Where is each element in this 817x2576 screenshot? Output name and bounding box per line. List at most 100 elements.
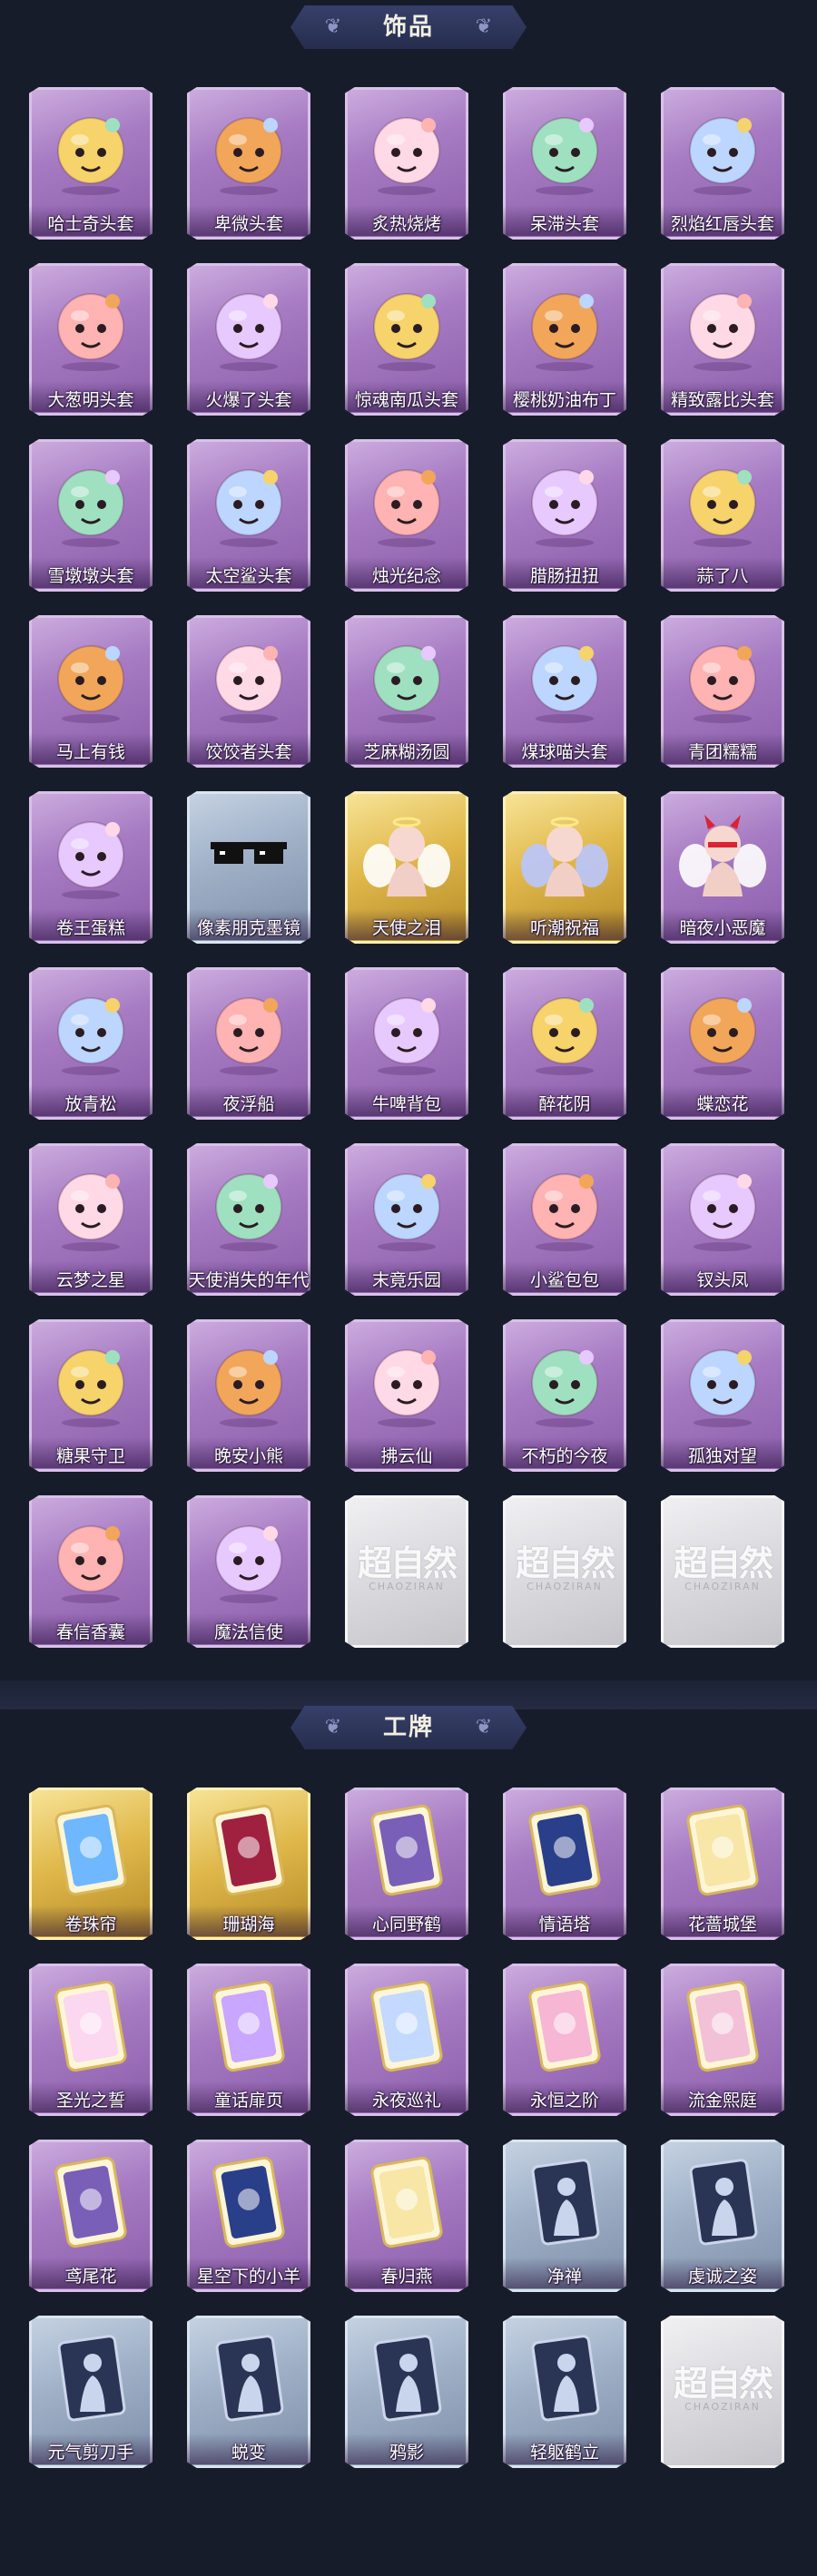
item-label: 像素朋克墨镜 bbox=[196, 918, 300, 938]
item-card[interactable]: 煤球喵头套 bbox=[501, 613, 630, 771]
item-card[interactable]: 雪墩墩头套 bbox=[27, 437, 156, 595]
dazed-face-head-icon bbox=[517, 102, 612, 198]
item-card[interactable]: 像素朋克墨镜 bbox=[185, 789, 314, 947]
item-card[interactable]: 鸢尾花 bbox=[27, 2138, 156, 2296]
item-card[interactable]: 晚安小熊 bbox=[185, 1317, 314, 1475]
item-card[interactable]: 糖果守卫 bbox=[27, 1317, 156, 1475]
jellyfish-ornament-icon bbox=[202, 982, 296, 1078]
item-card[interactable]: 超自然 CHAOZIRAN bbox=[343, 1494, 472, 1651]
item-card[interactable]: 牛啤背包 bbox=[343, 965, 472, 1123]
item-card[interactable]: 卷珠帘 bbox=[27, 1786, 156, 1944]
bonsai-backpack-icon bbox=[44, 982, 138, 1078]
item-label: 醉花阴 bbox=[538, 1094, 591, 1114]
item-card[interactable]: 樱桃奶油布丁 bbox=[501, 261, 630, 419]
item-label: 情语塔 bbox=[538, 1915, 591, 1934]
item-label: 蝶恋花 bbox=[696, 1094, 749, 1114]
pudding-head-icon bbox=[517, 278, 612, 374]
item-card[interactable]: 惊魂南瓜头套 bbox=[343, 261, 472, 419]
item-card[interactable]: 超自然 CHAOZIRAN bbox=[501, 1494, 630, 1651]
item-card[interactable]: 蝶恋花 bbox=[659, 965, 788, 1123]
item-card[interactable]: 心同野鹤 bbox=[343, 1786, 472, 1944]
item-label: 心同野鹤 bbox=[371, 1915, 441, 1934]
item-label: 雪墩墩头套 bbox=[47, 566, 134, 586]
unicorn-cloud-icon bbox=[44, 1158, 138, 1254]
item-card[interactable]: 炙热烧烤 bbox=[343, 85, 472, 243]
item-card[interactable]: 腊肠扭扭 bbox=[501, 437, 630, 595]
item-card[interactable]: 小鲨包包 bbox=[501, 1141, 630, 1299]
item-card[interactable]: 马上有钱 bbox=[27, 613, 156, 771]
item-card[interactable]: 精致露比头套 bbox=[659, 261, 788, 419]
item-label: 卷珠帘 bbox=[64, 1915, 117, 1934]
item-card[interactable]: 春信香囊 bbox=[27, 1494, 156, 1651]
item-card[interactable]: 拂云仙 bbox=[343, 1317, 472, 1475]
item-card[interactable]: 超自然 CHAOZIRAN bbox=[659, 1494, 788, 1651]
item-card[interactable]: 火爆了头套 bbox=[185, 261, 314, 419]
logo-placeholder-icon: 超自然 bbox=[673, 2363, 773, 2404]
item-card[interactable]: 饺饺者头套 bbox=[185, 613, 314, 771]
pink-cat-pendant-icon bbox=[517, 1334, 612, 1430]
item-label: 元气剪刀手 bbox=[47, 2443, 134, 2463]
item-card[interactable]: 花蔷城堡 bbox=[659, 1786, 788, 1944]
item-card[interactable]: 青团糯糯 bbox=[659, 613, 788, 771]
item-card[interactable]: 天使消失的年代 bbox=[185, 1141, 314, 1299]
item-label: 惊魂南瓜头套 bbox=[354, 390, 458, 410]
item-card[interactable]: 烈焰红唇头套 bbox=[659, 85, 788, 243]
badge-coral-icon bbox=[202, 1802, 296, 1898]
item-label: 流金熙庭 bbox=[687, 2091, 757, 2111]
devil-horns-icon bbox=[675, 806, 770, 902]
item-card[interactable]: 卑微头套 bbox=[185, 85, 314, 243]
item-label: 烈焰红唇头套 bbox=[670, 214, 774, 234]
item-card[interactable]: 净禅 bbox=[501, 2138, 630, 2296]
item-card[interactable]: 夜浮船 bbox=[185, 965, 314, 1123]
item-card[interactable]: 孤独对望 bbox=[659, 1317, 788, 1475]
item-card[interactable]: 听潮祝福 bbox=[501, 789, 630, 947]
item-card[interactable]: 芝麻糊汤圆 bbox=[343, 613, 472, 771]
item-card[interactable]: 圣光之誓 bbox=[27, 1962, 156, 2120]
item-card[interactable]: 蒜了八 bbox=[659, 437, 788, 595]
item-card[interactable]: 醉花阴 bbox=[501, 965, 630, 1123]
item-label: 大葱明头套 bbox=[47, 390, 134, 410]
beer-backpack-icon bbox=[359, 982, 454, 1078]
item-card[interactable]: 卷王蛋糕 bbox=[27, 789, 156, 947]
item-card[interactable]: 太空鲨头套 bbox=[185, 437, 314, 595]
item-card[interactable]: 烛光纪念 bbox=[343, 437, 472, 595]
item-card[interactable]: 流金熙庭 bbox=[659, 1962, 788, 2120]
garlic-head-icon bbox=[675, 454, 770, 550]
item-card[interactable]: 大葱明头套 bbox=[27, 261, 156, 419]
item-card[interactable]: 永恒之阶 bbox=[501, 1962, 630, 2120]
item-label: 青团糯糯 bbox=[687, 742, 757, 762]
item-card[interactable]: 虔诚之姿 bbox=[659, 2138, 788, 2296]
item-card[interactable]: 鸦影 bbox=[343, 2314, 472, 2472]
item-card[interactable]: 轻躯鹤立 bbox=[501, 2314, 630, 2472]
item-card[interactable]: 童话扉页 bbox=[185, 1962, 314, 2120]
item-card[interactable]: 钗头凤 bbox=[659, 1141, 788, 1299]
fairy-pendant-icon bbox=[359, 1334, 454, 1430]
item-card[interactable]: 春归燕 bbox=[343, 2138, 472, 2296]
item-card[interactable]: 末竟乐园 bbox=[343, 1141, 472, 1299]
item-card[interactable]: 放青松 bbox=[27, 965, 156, 1123]
item-label: 春信香囊 bbox=[55, 1622, 125, 1642]
item-card[interactable]: 哈士奇头套 bbox=[27, 85, 156, 243]
clown-doll-icon bbox=[359, 1158, 454, 1254]
item-card[interactable]: 情语塔 bbox=[501, 1786, 630, 1944]
item-card[interactable]: 不朽的今夜 bbox=[501, 1317, 630, 1475]
red-lips-head-icon bbox=[675, 102, 770, 198]
badge-fairytale-icon bbox=[202, 1978, 296, 2074]
badge-swallow-icon bbox=[359, 2154, 454, 2250]
item-card[interactable]: 呆滞头套 bbox=[501, 85, 630, 243]
item-card[interactable]: 星空下的小羊 bbox=[185, 2138, 314, 2296]
item-card[interactable]: 天使之泪 bbox=[343, 789, 472, 947]
item-card[interactable]: 超自然 CHAOZIRAN bbox=[659, 2314, 788, 2472]
item-label: 不朽的今夜 bbox=[521, 1446, 608, 1466]
item-card[interactable]: 永夜巡礼 bbox=[343, 1962, 472, 2120]
shark-bag-icon bbox=[517, 1158, 612, 1254]
item-label: 净禅 bbox=[546, 2267, 582, 2287]
item-card[interactable]: 蜕变 bbox=[185, 2314, 314, 2472]
badge-golden-court-icon bbox=[675, 1978, 770, 2074]
item-card[interactable]: 暗夜小恶魔 bbox=[659, 789, 788, 947]
item-label: 虔诚之姿 bbox=[687, 2267, 757, 2287]
item-card[interactable]: 云梦之星 bbox=[27, 1141, 156, 1299]
item-card[interactable]: 魔法信使 bbox=[185, 1494, 314, 1651]
item-card[interactable]: 元气剪刀手 bbox=[27, 2314, 156, 2472]
item-card[interactable]: 珊瑚海 bbox=[185, 1786, 314, 1944]
